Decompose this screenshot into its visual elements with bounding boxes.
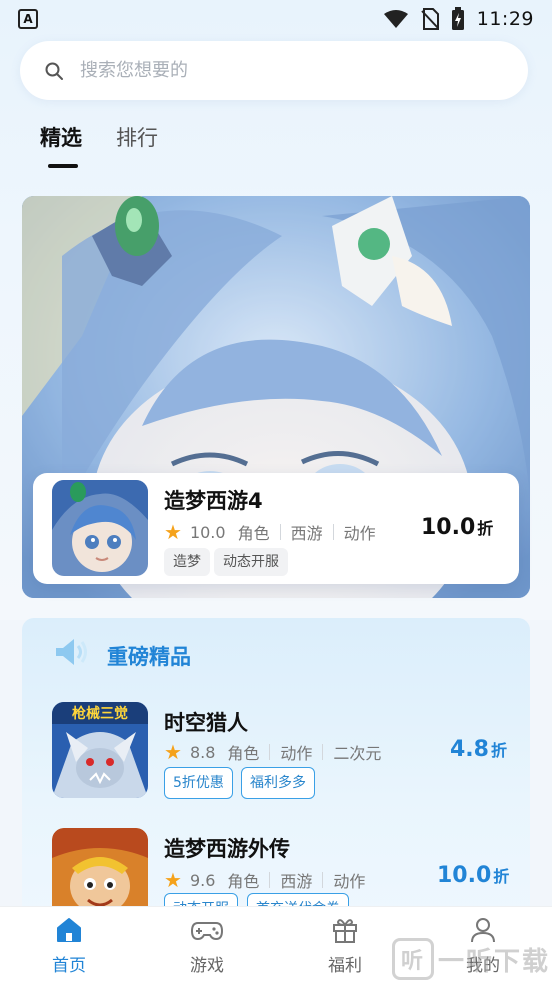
section-title: 重磅精品 <box>107 645 191 669</box>
genre-3: 动作 <box>343 524 376 543</box>
game-discount: 10.0 折 <box>437 863 510 888</box>
gift-icon <box>333 919 357 943</box>
game-title: 造梦西游外传 <box>164 837 290 861</box>
featured-game-title: 造梦西游4 <box>164 489 263 513</box>
divider <box>279 524 281 540</box>
genre-2: 西游 <box>290 524 323 543</box>
divider <box>269 744 271 760</box>
genre-2: 西游 <box>280 872 313 891</box>
divider <box>322 872 324 888</box>
search-icon <box>45 62 63 80</box>
genre-3: 二次元 <box>333 744 382 763</box>
nav-games[interactable]: 游戏 <box>138 907 276 983</box>
notification-a-icon: A <box>18 9 38 29</box>
game-meta: ★ 8.8 角色 动作 二次元 <box>164 740 381 764</box>
wifi-icon <box>383 10 408 28</box>
genre-1: 角色 <box>237 524 270 543</box>
featured-discount: 10.0 折 <box>421 515 494 540</box>
tab-ranking[interactable]: 排行 <box>116 122 158 152</box>
no-sim-icon <box>421 8 439 30</box>
game-tag: 福利多多 <box>241 767 315 799</box>
nav-home[interactable]: 首页 <box>0 907 138 983</box>
battery-charging-icon <box>451 7 464 30</box>
game-tag: 动态开服 <box>214 548 288 576</box>
featured-game-thumbnail[interactable] <box>52 480 148 576</box>
star-icon: ★ <box>164 740 182 764</box>
rating-value: 10.0 <box>189 522 226 542</box>
game-title: 时空猎人 <box>164 711 248 735</box>
game-tag: 5折优惠 <box>164 767 233 799</box>
watermark: 听 一听下载 <box>392 938 550 980</box>
divider <box>322 744 324 760</box>
status-time: 11:29 <box>476 8 534 30</box>
star-icon: ★ <box>164 868 182 892</box>
svg-text:枪械三觉: 枪械三觉 <box>72 705 128 722</box>
genre-1: 角色 <box>227 872 260 891</box>
watermark-logo-icon: 听 <box>392 938 434 980</box>
divider <box>332 524 334 540</box>
search-input[interactable] <box>80 60 480 81</box>
featured-game-meta: ★ 10.0 角色 西游 动作 <box>164 520 376 544</box>
status-bar: A 11:29 <box>0 0 552 38</box>
gamepad-icon <box>190 922 224 941</box>
genre-3: 动作 <box>333 872 366 891</box>
star-icon: ★ <box>164 520 182 544</box>
rating-value: 8.8 <box>189 742 216 762</box>
game-tag: 造梦 <box>164 548 210 576</box>
genre-1: 角色 <box>227 744 260 763</box>
search-bar[interactable] <box>20 41 528 100</box>
speaker-icon <box>56 639 87 665</box>
genre-2: 动作 <box>280 744 313 763</box>
game-thumbnail[interactable]: 枪械三觉 <box>52 702 148 798</box>
rating-value: 9.6 <box>189 870 216 890</box>
game-meta: ★ 9.6 角色 西游 动作 <box>164 868 365 892</box>
tab-featured[interactable]: 精选 <box>40 122 82 168</box>
game-discount: 4.8 折 <box>450 737 507 762</box>
home-icon <box>57 918 81 942</box>
divider <box>269 872 271 888</box>
top-tabs: 精选 排行 <box>40 122 158 168</box>
watermark-text: 一听下载 <box>438 946 551 977</box>
